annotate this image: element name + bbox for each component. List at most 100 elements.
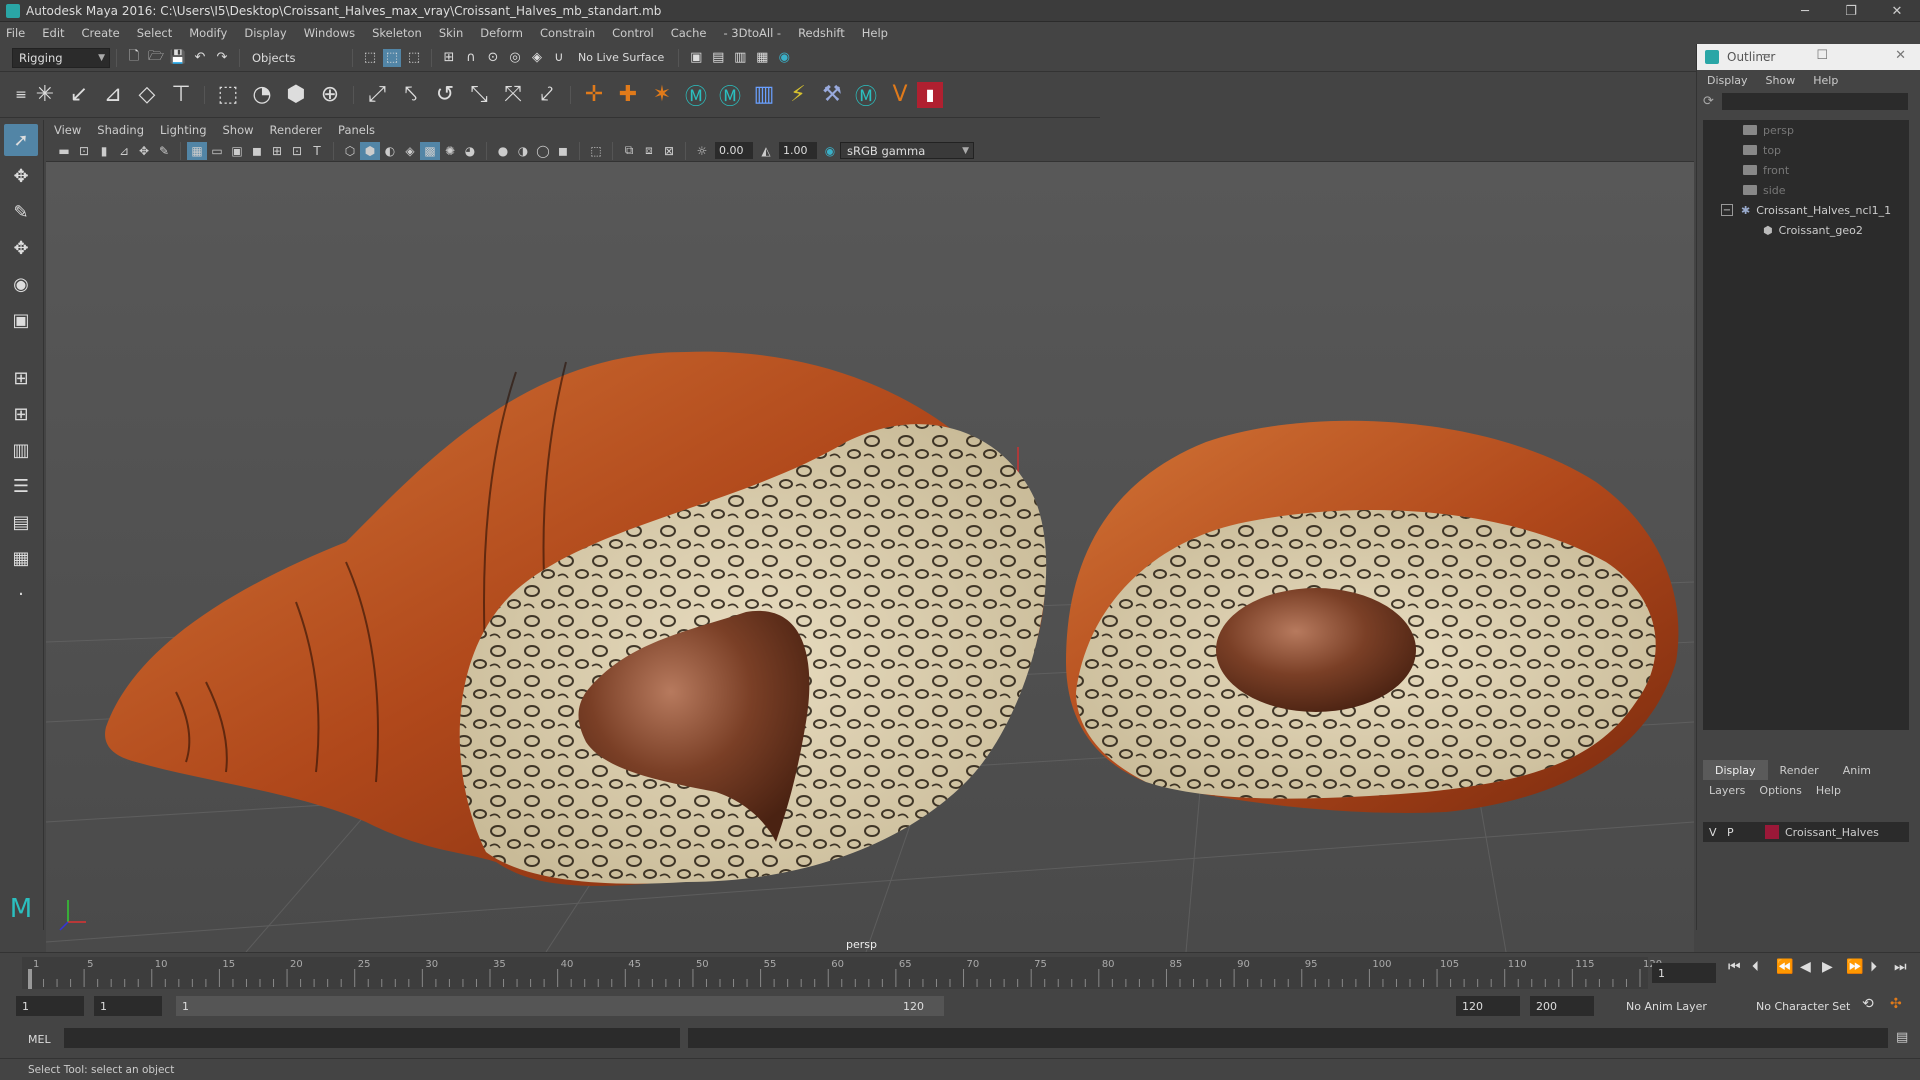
wire-tool-icon[interactable]: ⚒ (815, 78, 849, 112)
select-hierarchy-icon[interactable]: ⬚ (361, 49, 379, 67)
wrap-deformer-icon[interactable]: ⚡ (781, 78, 815, 112)
joint-tool-icon[interactable]: ✳ (28, 78, 62, 112)
use-all-lights-icon[interactable]: ✺ (440, 142, 460, 160)
xray-joints-icon[interactable]: ⧈ (639, 142, 659, 160)
multisample-aa-icon[interactable]: ◯ (533, 142, 553, 160)
undo-icon[interactable]: ↶ (191, 49, 209, 67)
two-d-pan-zoom-icon[interactable]: ✥ (134, 142, 154, 160)
shadows-icon[interactable]: ◕ (460, 142, 480, 160)
depth-of-field-icon[interactable]: ◼ (553, 142, 573, 160)
blend-shape-icon[interactable]: ▥ (747, 78, 781, 112)
view-transform-dropdown[interactable]: sRGB gamma ▼ (840, 142, 974, 159)
scale-constraint-icon[interactable]: ⤡ (462, 78, 496, 112)
point-constraint-icon[interactable]: ⤢ (360, 78, 394, 112)
step-back-key-icon[interactable]: ⏪ (1776, 959, 1793, 975)
exposure-icon[interactable]: ☼ (692, 142, 712, 160)
live-surface-label[interactable]: No Live Surface (578, 51, 664, 64)
select-component-icon[interactable]: ⬚ (405, 49, 423, 67)
move-tool-icon[interactable]: ✥ (4, 232, 38, 264)
paint-select-icon[interactable]: ✎ (4, 196, 38, 228)
xray-icon[interactable]: ⧉ (619, 142, 639, 160)
v-ray-icon[interactable]: Ⅴ (883, 78, 917, 112)
render-frame-icon[interactable]: ▤ (709, 49, 727, 67)
grease-pencil-icon[interactable]: ✎ (154, 142, 174, 160)
persp-outliner-layout-icon[interactable]: ☰ (4, 470, 38, 502)
orient-constraint-icon[interactable]: ↺ (428, 78, 462, 112)
outliner-menu-display[interactable]: Display (1707, 74, 1748, 87)
human-ik-icon[interactable]: Ⓜ (713, 78, 747, 112)
gate-mask-icon[interactable]: ◼ (247, 142, 267, 160)
step-forward-frame-icon[interactable]: ⏵ (1870, 959, 1877, 975)
hik-character-icon[interactable]: Ⓜ (849, 78, 883, 112)
graph-editor-icon[interactable]: ▮ (917, 81, 943, 108)
safe-title-icon[interactable]: T (307, 142, 327, 160)
outliner-item-persp[interactable]: persp (1743, 120, 1794, 140)
layer-tab-anim[interactable]: Anim (1831, 760, 1883, 780)
go-to-end-icon[interactable]: ⏭ (1894, 959, 1907, 975)
playback-end-field[interactable]: 120 (1456, 996, 1520, 1016)
use-default-material-icon[interactable]: ◐ (380, 142, 400, 160)
playback-start-field[interactable]: 1 (94, 996, 162, 1016)
menu-redshift[interactable]: Redshift (798, 26, 845, 40)
range-bar[interactable]: 1 120 (176, 996, 944, 1016)
menu-3dtoall[interactable]: - 3DtoAll - (723, 26, 781, 40)
outliner-menu-help[interactable]: Help (1813, 74, 1838, 87)
snap-magnet-icon[interactable]: ∪ (550, 49, 568, 67)
time-slider[interactable]: 1 5 10 15 20 25 30 35 40 45 50 55 60 65 70 75 80 85 90 95 10… (0, 952, 1920, 992)
image-plane-icon[interactable]: ⊿ (114, 142, 134, 160)
menu-file[interactable]: File (6, 26, 25, 40)
locator-icon[interactable]: ✛ (577, 78, 611, 112)
lasso-tool-icon[interactable]: ✥ (4, 160, 38, 192)
field-chart-icon[interactable]: ⊞ (267, 142, 287, 160)
menu-edit[interactable]: Edit (42, 26, 64, 40)
outliner-item-front[interactable]: front (1743, 160, 1789, 180)
outliner-close-button[interactable]: ✕ (1895, 48, 1906, 63)
menu-constrain[interactable]: Constrain (540, 26, 595, 40)
color-management-icon[interactable]: ◉ (820, 142, 840, 160)
outliner-item-group[interactable]: − ✱ Croissant_Halves_ncl1_1 (1721, 200, 1891, 220)
menu-display[interactable]: Display (244, 26, 286, 40)
auto-key-icon[interactable]: ⟲ (1862, 996, 1874, 1012)
panel-menu-renderer[interactable]: Renderer (270, 123, 323, 137)
snap-surface-icon[interactable]: ◈ (528, 49, 546, 67)
xray-components-icon[interactable]: ⊠ (659, 142, 679, 160)
current-time-marker[interactable] (28, 969, 32, 989)
snap-point-icon[interactable]: ⊙ (484, 49, 502, 67)
animation-preferences-icon[interactable]: ✣ (1890, 996, 1902, 1012)
ik-handle-icon[interactable]: ↙ (62, 78, 96, 112)
panel-menu-shading[interactable]: Shading (97, 123, 144, 137)
persp-graph-layout-icon[interactable]: ▤ (4, 506, 38, 538)
shelf-options-icon[interactable]: ≡ (14, 78, 28, 112)
script-editor-icon[interactable]: ▤ (1896, 1030, 1908, 1045)
layer-tab-display[interactable]: Display (1703, 760, 1768, 780)
single-perspective-layout-icon[interactable]: ⊞ (4, 398, 38, 430)
command-input[interactable] (64, 1028, 680, 1048)
panel-menu-lighting[interactable]: Lighting (160, 123, 206, 137)
isolate-select-icon[interactable]: ⬚ (586, 142, 606, 160)
save-scene-icon[interactable]: 💾 (169, 49, 187, 67)
menu-windows[interactable]: Windows (304, 26, 355, 40)
panel-menu-panels[interactable]: Panels (338, 123, 375, 137)
menu-set-dropdown[interactable]: Rigging ▼ (12, 47, 110, 68)
perspective-viewport[interactable]: persp (46, 162, 1694, 952)
refresh-icon[interactable]: ⟳ (1703, 94, 1714, 109)
layer-color-swatch[interactable] (1765, 825, 1779, 839)
bookmark-icon[interactable]: ▮ (94, 142, 114, 160)
animation-start-field[interactable]: 1 (16, 996, 84, 1016)
hypershade-icon[interactable]: ◉ (775, 49, 793, 67)
step-back-frame-icon[interactable]: ⏴ (1752, 959, 1759, 975)
locator-constraint-icon[interactable]: ✚ (611, 78, 645, 112)
smooth-shade-icon[interactable]: ⬢ (360, 141, 380, 160)
step-forward-key-icon[interactable]: ⏩ (1846, 959, 1863, 975)
scale-tool-icon[interactable]: ▣ (4, 304, 38, 336)
gamma-field[interactable]: 1.00 (779, 142, 817, 159)
lattice-icon[interactable]: ⬢ (279, 78, 313, 112)
exposure-field[interactable]: 0.00 (715, 142, 753, 159)
render-settings-icon[interactable]: ▦ (753, 49, 771, 67)
parent-constraint-icon[interactable]: ⤧ (496, 78, 530, 112)
render-view-icon[interactable]: ▣ (687, 49, 705, 67)
bind-skin-icon[interactable]: ⬚ (211, 78, 245, 112)
outliner-item-top[interactable]: top (1743, 140, 1781, 160)
redo-icon[interactable]: ↷ (213, 49, 231, 67)
snap-grid-icon[interactable]: ⊞ (440, 49, 458, 67)
